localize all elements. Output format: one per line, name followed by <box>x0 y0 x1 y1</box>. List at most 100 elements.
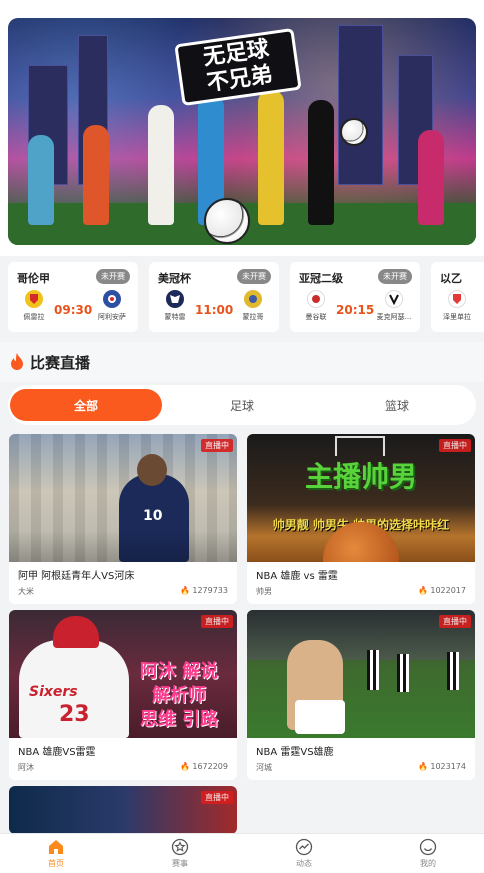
team-logo-icon <box>385 290 403 308</box>
banner-player <box>148 105 174 225</box>
host-name: 河城 <box>256 763 272 772</box>
background-player <box>367 650 379 690</box>
section-header: 比赛直播 <box>0 342 484 382</box>
jersey-text: Sixers <box>29 684 78 700</box>
view-count-value: 1022017 <box>430 586 466 595</box>
match-card[interactable]: 哥伦甲 未开赛 佩雷拉 09:30 阿利安萨 <box>8 262 138 332</box>
live-badge: 直播中 <box>201 791 233 804</box>
team-name: 佩雷拉 <box>23 313 45 321</box>
player-shorts <box>295 700 345 734</box>
smile-icon <box>419 838 437 856</box>
player-head <box>137 454 167 486</box>
nav-home[interactable]: 首页 <box>16 838 96 872</box>
league-name: 以乙 <box>440 272 462 285</box>
nav-events[interactable]: 赛事 <box>140 838 220 872</box>
team-logo-icon <box>103 290 121 308</box>
live-badge: 直播中 <box>201 439 233 452</box>
match-time: 20:15 <box>336 303 375 317</box>
fire-icon: 🔥 <box>180 762 191 771</box>
stream-title: NBA 雄鹿 vs 雷霆 <box>256 571 338 582</box>
match-time: 11:00 <box>195 303 234 317</box>
nav-label: 首页 <box>48 859 64 868</box>
team-logo-icon <box>448 290 466 308</box>
banner-player <box>28 135 54 225</box>
team-name: 蒙拉哥 <box>242 313 264 321</box>
banner-player <box>258 90 284 225</box>
banner-building <box>338 25 383 185</box>
overlay-headline: 主播帅男 <box>304 460 417 493</box>
team-name: 麦克阿瑟... <box>376 313 412 321</box>
jersey-number: 10 <box>143 508 163 524</box>
star-icon <box>171 838 189 856</box>
stream-thumbnail: 主播帅男 帅男靓 帅男牛 帅男的选择咔咔红 <box>247 434 475 562</box>
team-logo-icon <box>166 290 184 308</box>
view-count: 🔥 1279733 <box>180 586 228 595</box>
banner-player <box>308 100 334 225</box>
nav-feed[interactable]: 动态 <box>264 838 344 872</box>
live-badge: 直播中 <box>439 439 471 452</box>
player-cap <box>53 616 99 648</box>
stream-card[interactable]: 10 直播中 阿甲 阿根廷青年人VS河床 大米 🔥 1279733 <box>9 434 237 604</box>
nav-label: 动态 <box>296 859 312 868</box>
stream-title: NBA 雄鹿VS雷霆 <box>18 747 96 758</box>
status-badge: 未开赛 <box>378 269 412 284</box>
nav-profile[interactable]: 我的 <box>388 838 468 872</box>
background-player <box>397 654 409 692</box>
fire-icon: 🔥 <box>418 762 429 771</box>
overlay-line: 阿沐 解说 <box>139 661 219 682</box>
team-logo-icon <box>244 290 262 308</box>
section-title: 比赛直播 <box>30 353 91 372</box>
host-name: 阿沐 <box>18 763 34 772</box>
home-team: 佩雷拉 <box>14 290 54 322</box>
tab-basketball[interactable]: 篮球 <box>321 389 473 421</box>
view-count-value: 1279733 <box>192 586 228 595</box>
match-card[interactable]: 亚冠二级 未开赛 曼谷联 20:15 麦克阿瑟... <box>290 262 420 332</box>
soccer-ball <box>340 118 368 146</box>
fire-icon: 🔥 <box>180 586 191 595</box>
team-logo-icon <box>25 290 43 308</box>
stream-thumbnail: Sixers 23 阿沐 解说 解析师 思维 引路 <box>9 610 237 738</box>
stream-card[interactable]: 主播帅男 帅男靓 帅男牛 帅男的选择咔咔红 直播中 NBA 雄鹿 vs 雷霆 帅… <box>247 434 475 604</box>
fire-icon: 🔥 <box>418 586 429 595</box>
host-name: 帅男 <box>256 587 272 596</box>
league-name: 美冠杯 <box>158 272 191 285</box>
match-time: 09:30 <box>54 303 93 317</box>
view-count: 🔥 1022017 <box>418 586 466 595</box>
tab-football[interactable]: 足球 <box>166 389 318 421</box>
hoop-backboard <box>335 436 385 456</box>
home-icon <box>49 840 63 854</box>
view-count-value: 1023174 <box>430 762 466 771</box>
match-card[interactable]: 以乙 泽里单拉 <box>431 262 484 332</box>
trend-icon <box>295 838 313 856</box>
team-name: 阿利安萨 <box>98 313 126 321</box>
stream-title: NBA 雷霆VS雄鹿 <box>256 747 334 758</box>
stream-card[interactable]: Sixers 23 阿沐 解说 解析师 思维 引路 直播中 NBA 雄鹿VS雷霆… <box>9 610 237 780</box>
stream-thumbnail: 10 <box>9 434 237 562</box>
status-badge: 未开赛 <box>96 269 130 284</box>
soccer-ball <box>204 198 250 244</box>
stream-card[interactable]: 直播中 NBA 雷霆VS雄鹿 河城 🔥 1023174 <box>247 610 475 780</box>
league-name: 哥伦甲 <box>17 272 50 285</box>
tab-all[interactable]: 全部 <box>10 389 162 421</box>
thumb-shade <box>9 530 237 562</box>
stream-thumbnail <box>247 610 475 738</box>
home-team: 曼谷联 <box>296 290 336 322</box>
team-logo-icon <box>307 290 325 308</box>
league-name: 亚冠二级 <box>299 272 343 285</box>
flame-icon <box>11 353 23 370</box>
overlay-line: 解析师 <box>152 685 206 706</box>
view-count: 🔥 1672209 <box>180 762 228 771</box>
stream-card[interactable]: 直播中 <box>9 786 237 834</box>
away-team: 阿利安萨 <box>92 290 132 322</box>
promo-banner[interactable]: 无足球 不兄弟 <box>8 18 476 245</box>
match-card[interactable]: 美冠杯 未开赛 蒙特雷 11:00 蒙拉哥 <box>149 262 279 332</box>
status-badge: 未开赛 <box>237 269 271 284</box>
bottom-navigation: 首页 赛事 动态 我的 <box>0 833 484 873</box>
banner-container: 无足球 不兄弟 <box>0 0 484 256</box>
home-team: 泽里单拉 <box>437 290 477 322</box>
away-team: 蒙拉哥 <box>233 290 273 322</box>
background-player <box>447 652 459 690</box>
live-badge: 直播中 <box>201 615 233 628</box>
live-badge: 直播中 <box>439 615 471 628</box>
host-name: 大米 <box>18 587 34 596</box>
